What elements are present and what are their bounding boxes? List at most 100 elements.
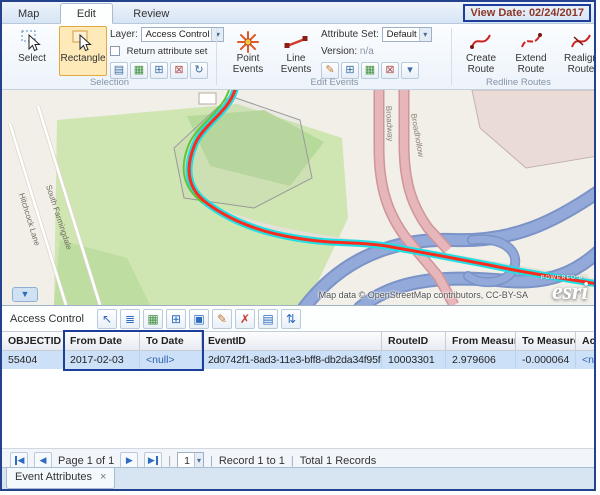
event-editor-app: Map Edit Review View Date: 02/24/2017 Se… [0,0,596,491]
view-date-label: View Date: [470,7,525,19]
line-events-label: Line [276,53,316,64]
sort-records-icon[interactable]: ⇅ [281,309,301,329]
rectangle-select-label: Rectangle [60,53,106,64]
table-header-row: OBJECTID From Date To Date EventID Route… [2,331,594,351]
realign-route-label: Realign [559,53,596,64]
cell-eventid: 2d0742f1-8ad3-11e3-bff8-db2da34f95fe [202,351,382,369]
column-header-access[interactable]: Ac [576,332,596,350]
map-canvas[interactable]: Hitchcock Lane South Farmingdale Broadwa… [2,90,594,305]
cell-objectid: 55404 [2,351,64,369]
point-events-label: Point [226,53,270,64]
cell-from-measure: 2.979606 [446,351,516,369]
view-date-value: 02/24/2017 [529,7,584,19]
edit-record-icon[interactable]: ✎ [212,309,232,329]
ribbon: Select Rectangle Layer: Access Control ▾ [2,24,594,90]
redline-routes-group-label: Redline Routes [452,77,596,88]
separator: | [210,455,213,467]
page-indicator: Page 1 of 1 [58,455,114,467]
create-route-label2: Route [459,64,503,75]
bottom-tab-bar: Event Attributes × [2,467,594,489]
line-events-button[interactable]: Line Events [275,26,317,76]
table-toolbar: Access Control ↖ ≣ ▦ ⊞ ▣ ✎ ✗ ▤ ⇅ [2,306,594,331]
line-events-icon [276,27,316,53]
layer-select[interactable]: Access Control ▾ [141,27,225,42]
edit-events-group-label: Edit Events [217,77,452,88]
select-records-icon[interactable]: ↖ [97,309,117,329]
chevron-down-icon: ▾ [194,453,203,468]
cell-from-date: 2017-02-03 [64,351,140,369]
grid-view-icon[interactable]: ▦ [143,309,163,329]
column-header-routeid[interactable]: RouteID [382,332,446,350]
edit-events-group: Point Events Line Events Attribute Set: [217,24,452,89]
attribute-list-icon[interactable]: ≣ [120,309,140,329]
extend-route-label: Extend [509,53,553,64]
version-label: Version: [321,46,357,57]
rectangle-select-icon [60,27,106,53]
cell-routeid: 10003301 [382,351,446,369]
layer-title: Access Control [10,313,84,325]
select-tool-label: Select [9,53,55,64]
tab-map[interactable]: Map [2,4,55,25]
redline-routes-group: Create Route Extend Route [452,24,596,89]
point-events-button[interactable]: Point Events [225,26,271,76]
attribute-set-label: Attribute Set: [321,29,379,40]
point-events-label2: Events [226,64,270,75]
return-attribute-set-label: Return attribute set [127,46,208,57]
attribute-set-select[interactable]: Default ▾ [382,27,432,42]
extend-route-button[interactable]: Extend Route [508,26,554,76]
map-attribution: Map data © OpenStreetMap contributors, C… [319,290,528,300]
select-cursor-icon [9,27,55,53]
cell-to-date: <null> [140,351,202,369]
street-label-broadway: Broadway [384,106,395,142]
version-value: n/a [360,46,374,57]
column-header-eventid[interactable]: EventID [202,332,382,350]
selection-group-label: Selection [2,77,217,88]
map-container: Hitchcock Lane South Farmingdale Broadwa… [2,90,594,305]
extend-route-label2: Route [509,64,553,75]
realign-route-icon [559,27,596,53]
rectangle-select-button[interactable]: Rectangle [59,26,107,76]
cell-access: <null> [576,351,596,369]
open-table-icon[interactable]: ⊞ [166,309,186,329]
separator: | [291,455,294,467]
delete-record-icon[interactable]: ✗ [235,309,255,329]
esri-logo: POWERED BY esri [541,275,588,304]
realign-route-button[interactable]: Realign Route [558,26,596,76]
column-header-from-date[interactable]: From Date [64,332,140,350]
collapse-arrow-icon: ▼ [21,289,30,299]
total-records: Total 1 Records [300,455,376,467]
column-header-objectid[interactable]: OBJECTID [2,332,64,350]
road-shield [199,93,216,104]
create-route-button[interactable]: Create Route [458,26,504,76]
event-attributes-label: Event Attributes [15,471,92,483]
line-events-label2: Events [276,64,316,75]
select-tool-button[interactable]: Select [8,26,56,76]
save-edits-icon[interactable]: ▣ [189,309,209,329]
ribbon-tab-bar: Map Edit Review View Date: 02/24/2017 [2,2,594,24]
record-range: Record 1 to 1 [219,455,285,467]
table-row[interactable]: 55404 2017-02-03 <null> 2d0742f1-8ad3-11… [2,351,594,369]
layer-label: Layer: [110,29,138,40]
point-events-icon [226,27,270,53]
tab-event-attributes[interactable]: Event Attributes × [6,468,115,489]
create-route-icon [459,27,503,53]
tab-review[interactable]: Review [117,4,185,25]
chevron-down-icon: ▾ [419,28,431,41]
create-route-label: Create [459,53,503,64]
selection-group: Select Rectangle Layer: Access Control ▾ [2,24,217,89]
column-header-to-date[interactable]: To Date [140,332,202,350]
view-date-indicator[interactable]: View Date: 02/24/2017 [463,4,591,22]
cell-to-measure: -0.000064 [516,351,576,369]
column-header-to-measure[interactable]: To Measure [516,332,576,350]
esri-wordmark: esri [552,279,588,305]
related-records-icon[interactable]: ▤ [258,309,278,329]
attribute-table-panel: Access Control ↖ ≣ ▦ ⊞ ▣ ✎ ✗ ▤ ⇅ OBJECTI… [2,305,594,471]
extend-route-icon [509,27,553,53]
realign-route-label2: Route [559,64,596,75]
return-attribute-set-checkbox[interactable] [110,46,120,56]
close-icon[interactable]: × [100,471,106,483]
tab-edit[interactable]: Edit [60,3,113,24]
separator: | [168,455,171,467]
column-header-from-measure[interactable]: From Measure [446,332,516,350]
panel-collapse-button[interactable]: ▼ [12,287,38,302]
